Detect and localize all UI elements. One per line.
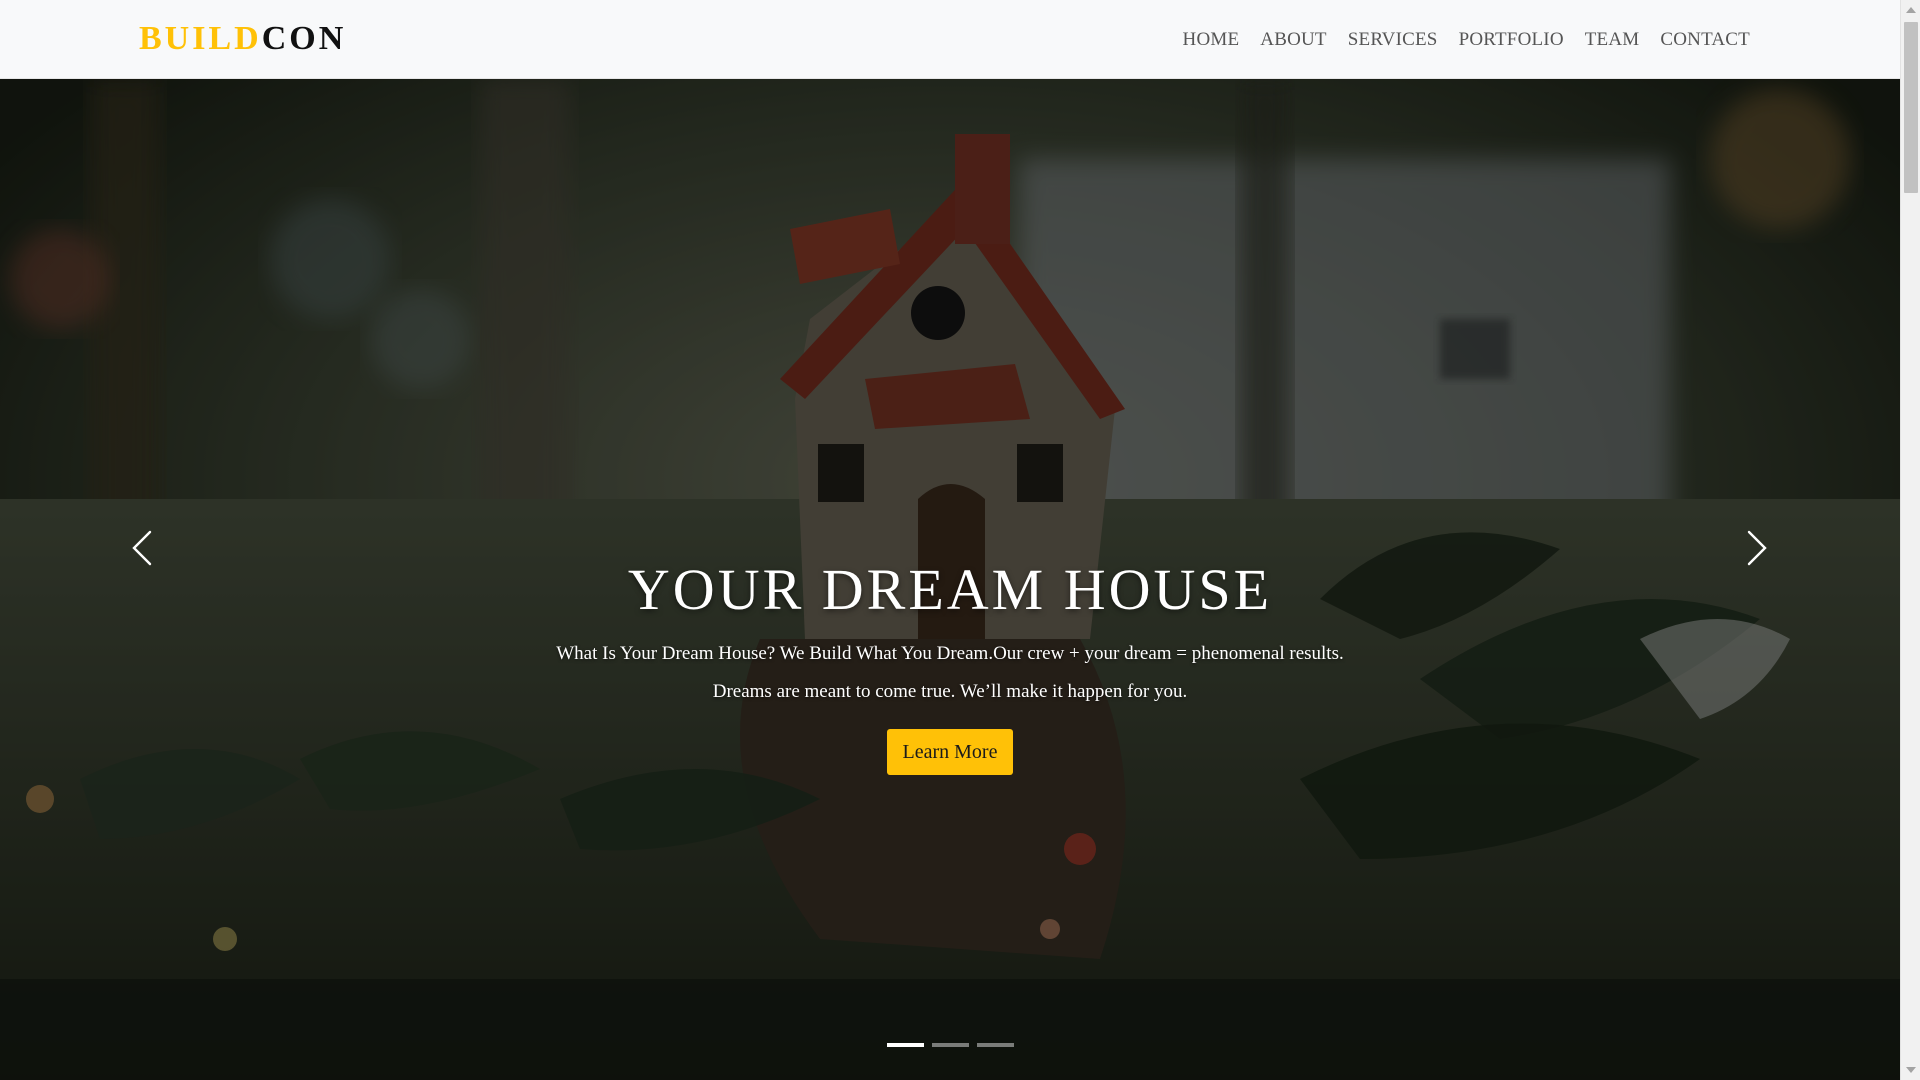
nav-item-portfolio: PORTFOLIO <box>1459 26 1564 54</box>
scroll-up-arrow-icon[interactable] <box>1906 7 1916 13</box>
nav-item-team: TEAM <box>1585 26 1640 54</box>
nav-link-team[interactable]: TEAM <box>1585 29 1640 50</box>
nav-item-home: HOME <box>1183 26 1240 54</box>
nav-link-portfolio[interactable]: PORTFOLIO <box>1459 29 1564 50</box>
brand-logo[interactable]: BUILDCON <box>139 18 346 60</box>
hero-carousel: YOUR DREAM HOUSE What Is Your Dream Hous… <box>0 79 1900 1080</box>
carousel-indicators <box>0 1043 1900 1047</box>
navbar: BUILDCON HOME ABOUT SERVICES PORTFOLIO T… <box>0 0 1900 79</box>
page: BUILDCON HOME ABOUT SERVICES PORTFOLIO T… <box>0 0 1920 1080</box>
nav-item-contact: CONTACT <box>1660 26 1750 54</box>
hero-caption: YOUR DREAM HOUSE What Is Your Dream Hous… <box>0 555 1900 775</box>
brand-rest-text: CON <box>261 20 347 57</box>
nav-link-services[interactable]: SERVICES <box>1348 29 1438 50</box>
nav-item-services: SERVICES <box>1348 26 1438 54</box>
nav-menu: HOME ABOUT SERVICES PORTFOLIO TEAM CONTA… <box>1183 26 1750 54</box>
scroll-down-arrow-icon[interactable] <box>1906 1067 1916 1073</box>
nav-link-contact[interactable]: CONTACT <box>1660 29 1750 50</box>
carousel-indicator-3[interactable] <box>976 1043 1014 1047</box>
learn-more-button[interactable]: Learn More <box>886 729 1014 775</box>
hero-description: What Is Your Dream House? We Build What … <box>556 643 1344 702</box>
nav-link-about[interactable]: ABOUT <box>1260 29 1326 50</box>
page-scrollbar[interactable] <box>1900 0 1920 1080</box>
carousel-indicator-1[interactable] <box>886 1043 924 1047</box>
carousel-indicator-2[interactable] <box>931 1043 969 1047</box>
hero-title: YOUR DREAM HOUSE <box>627 557 1273 622</box>
brand-accent-text: BUILD <box>139 20 262 57</box>
nav-link-home[interactable]: HOME <box>1183 29 1240 50</box>
nav-item-about: ABOUT <box>1260 26 1326 54</box>
scroll-thumb[interactable] <box>1904 22 1918 193</box>
